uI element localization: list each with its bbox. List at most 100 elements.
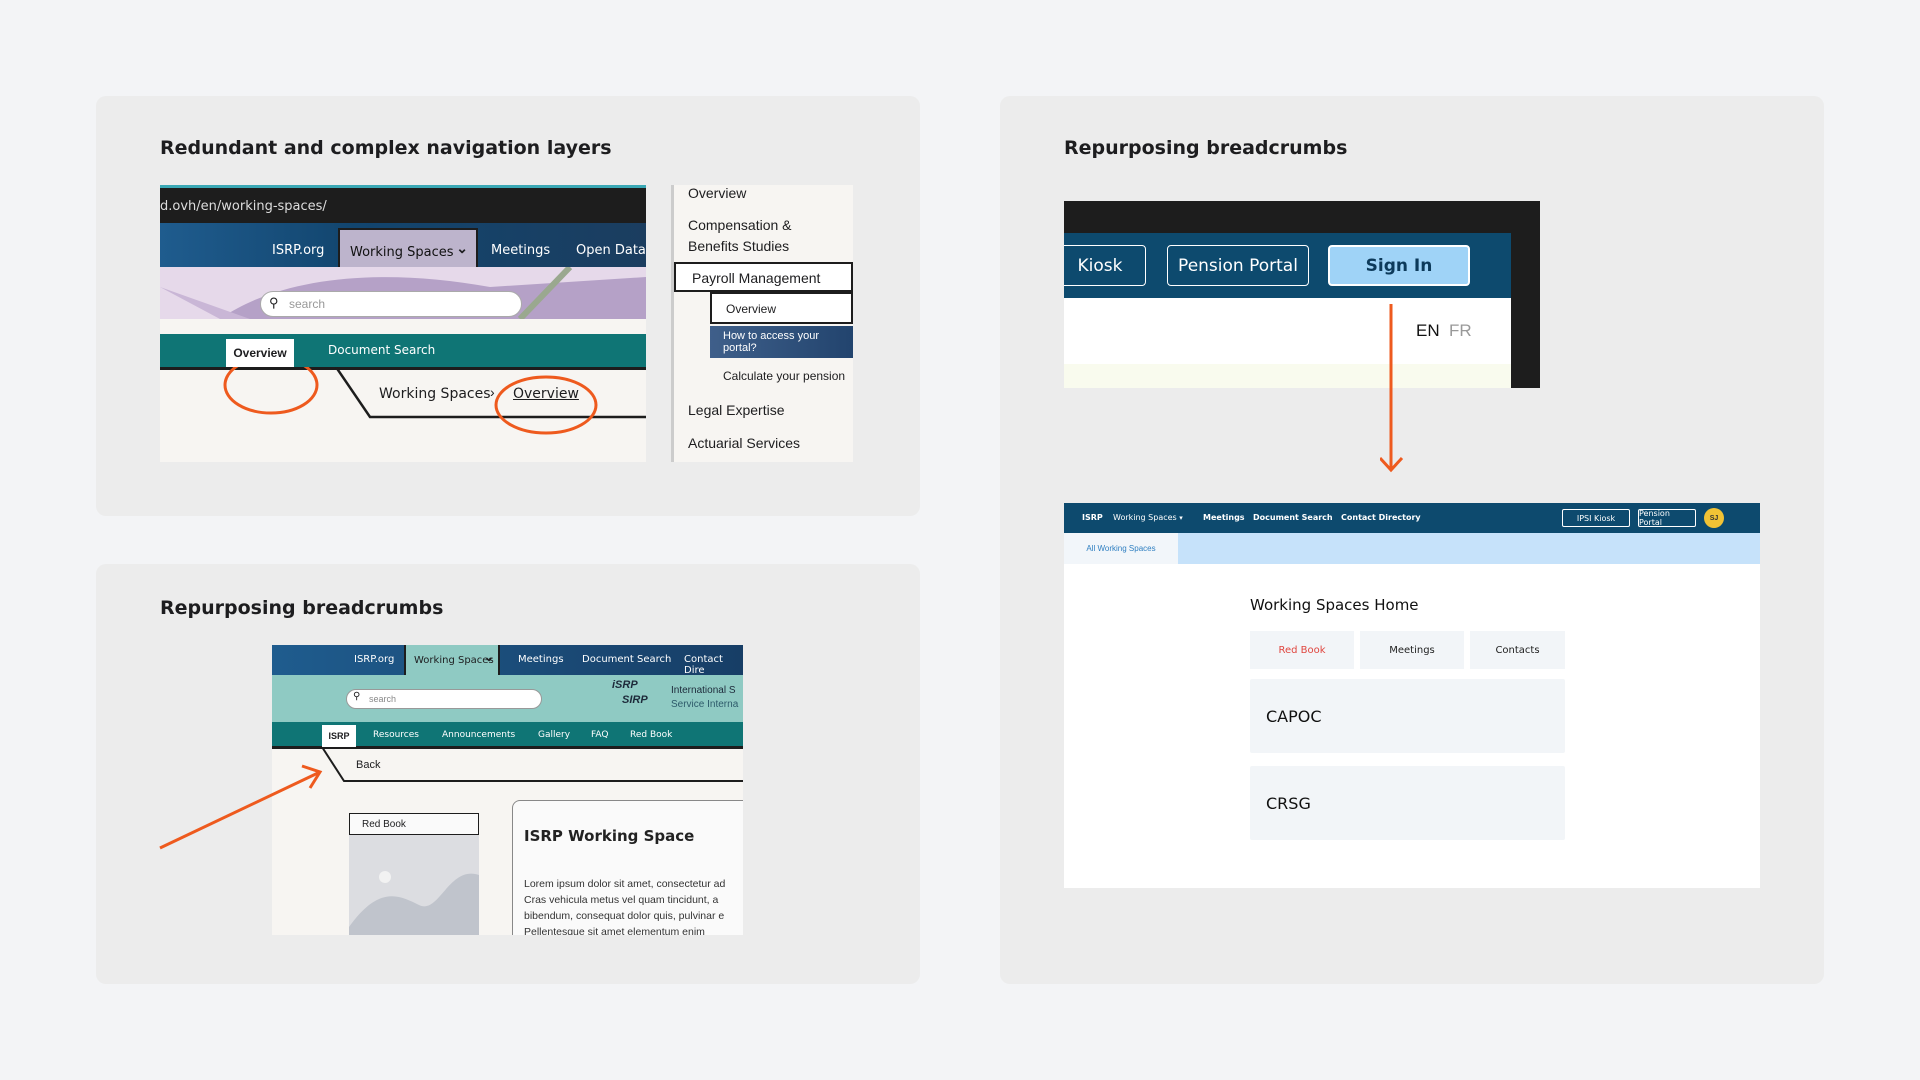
submenu-overview-label: Overview xyxy=(726,302,777,316)
panel-title: Repurposing breadcrumbs xyxy=(1064,137,1348,159)
nav-meetings[interactable]: Meetings xyxy=(518,654,564,665)
search-input[interactable]: ⚲ search xyxy=(260,291,522,317)
red-book-label: Red Book xyxy=(362,819,406,830)
chevron-down-icon: ⌄ xyxy=(483,650,494,664)
search-icon: ⚲ xyxy=(269,295,279,310)
nav-contact-directory[interactable]: Contact Directory xyxy=(1341,513,1421,522)
back-breadcrumb-outline xyxy=(321,747,743,782)
menu-legal-expertise[interactable]: Legal Expertise xyxy=(688,402,785,418)
search-placeholder: search xyxy=(369,694,397,704)
logo-isrp: iSRP xyxy=(612,679,638,691)
tile-crsg-label: CRSG xyxy=(1266,794,1311,813)
tab-red-book-label: Red Book xyxy=(1278,644,1326,656)
panel-title: Repurposing breadcrumbs xyxy=(160,597,444,619)
pension-portal-button[interactable]: Pension Portal xyxy=(1638,509,1696,527)
content-body-line-2: Cras vehicula metus vel quam tincidunt, … xyxy=(524,894,719,906)
subnav-announcements[interactable]: Announcements xyxy=(442,730,515,740)
logo-sirp: SIRP xyxy=(622,694,648,706)
isrp-logo: iSRP SIRP xyxy=(608,679,658,715)
arrow-down xyxy=(1380,304,1404,473)
side-menu-screenshot: Overview Compensation & Benefits Studies… xyxy=(671,185,853,462)
search-icon: ⚲ xyxy=(353,691,361,702)
chevron-right-icon: › xyxy=(490,384,495,400)
breadcrumb-working-spaces[interactable]: Working Spaces xyxy=(379,386,491,402)
org-name-line1: International S xyxy=(671,685,736,696)
tab-meetings-label: Meetings xyxy=(1389,644,1435,656)
tab-red-book[interactable]: Red Book xyxy=(1250,631,1354,669)
back-link[interactable]: Back xyxy=(356,759,380,771)
subnav-isrp-tab[interactable]: ISRP xyxy=(322,725,356,747)
nav-meetings[interactable]: Meetings xyxy=(491,243,550,258)
nav-working-spaces-label: Working Spaces xyxy=(414,655,494,666)
nav-isrp-org[interactable]: ISRP.org xyxy=(354,654,394,665)
nav-document-search[interactable]: Document Search xyxy=(1253,513,1333,522)
menu-payroll-label: Payroll Management xyxy=(692,270,821,286)
breadcrumb-site-screenshot: ISRP.org Working Spaces ⌄ Meetings Docum… xyxy=(272,645,743,935)
page-heading: Working Spaces Home xyxy=(1250,596,1419,614)
pension-portal-button[interactable]: Pension Portal xyxy=(1167,245,1309,286)
menu-actuarial-services[interactable]: Actuarial Services xyxy=(688,435,800,451)
old-site-screenshot: d.ovh/en/working-spaces/ ISRP.org Workin… xyxy=(160,185,646,462)
nav-working-spaces[interactable]: Working Spaces ▾ xyxy=(1113,513,1183,522)
sign-in-button[interactable]: Sign In xyxy=(1328,245,1470,286)
content-body-line-4: Pellentesque sit amet elementum enim xyxy=(524,926,705,935)
image-placeholder-icon xyxy=(349,835,479,935)
submenu-access-label: How to access your portal? xyxy=(723,330,819,354)
submenu-calculate-pension[interactable]: Calculate your pension xyxy=(723,369,845,383)
nav-working-spaces-label: Working Spaces xyxy=(1113,513,1177,522)
nav-open-data[interactable]: Open Data xyxy=(576,243,646,258)
breadcrumb-outline xyxy=(223,367,646,435)
menu-compensation[interactable]: Compensation & Benefits Studies xyxy=(688,215,828,257)
nav-working-spaces-tab[interactable]: Working Spaces ⌄ xyxy=(338,228,478,267)
avatar-initials: SJ xyxy=(1709,514,1719,522)
chevron-down-icon: ▾ xyxy=(1179,514,1183,522)
subnav-red-book[interactable]: Red Book xyxy=(630,730,672,740)
all-working-spaces-tab[interactable]: All Working Spaces xyxy=(1064,533,1178,564)
nav-working-spaces-tab[interactable]: Working Spaces ⌄ xyxy=(404,645,500,677)
kiosk-label: Kiosk xyxy=(1077,255,1123,276)
tile-capoc-label: CAPOC xyxy=(1266,707,1322,726)
ipsi-kiosk-button[interactable]: IPSI Kiosk xyxy=(1562,509,1630,527)
sign-in-label: Sign In xyxy=(1365,255,1433,276)
ipsi-kiosk-label: IPSI Kiosk xyxy=(1576,513,1616,523)
nav-working-spaces-label: Working Spaces xyxy=(350,245,454,260)
nav-meetings[interactable]: Meetings xyxy=(1203,513,1245,522)
submenu-access-portal[interactable]: How to access your portal? xyxy=(710,326,853,358)
lang-fr[interactable]: FR xyxy=(1449,321,1472,341)
redesigned-page-screenshot: ISRP Working Spaces ▾ Meetings Document … xyxy=(1064,503,1760,888)
avatar[interactable]: SJ xyxy=(1704,508,1724,528)
search-input[interactable]: ⚲ search xyxy=(346,689,542,709)
nav-document-search[interactable]: Document Search xyxy=(582,654,671,665)
org-name-line2: Service Interna xyxy=(671,699,739,710)
tab-contacts[interactable]: Contacts xyxy=(1470,631,1565,669)
url-text: d.ovh/en/working-spaces/ xyxy=(160,199,327,214)
red-book-card[interactable]: Red Book xyxy=(349,813,479,935)
subnav-gallery[interactable]: Gallery xyxy=(538,730,570,740)
tile-crsg[interactable]: CRSG xyxy=(1250,766,1565,840)
subnav-faq[interactable]: FAQ xyxy=(591,730,608,740)
subnav-overview-tab[interactable]: Overview xyxy=(226,339,294,367)
nav-contact-directory[interactable]: Contact Dire xyxy=(684,654,743,676)
nav-bar xyxy=(272,645,743,675)
subnav-resources[interactable]: Resources xyxy=(373,730,419,740)
header-snippet-screenshot: Kiosk Pension Portal Sign In EN FR xyxy=(1064,201,1540,388)
subnav-overview-label: Overview xyxy=(233,346,287,360)
submenu-overview[interactable]: Overview xyxy=(710,292,853,324)
content-body-line-1: Lorem ipsum dolor sit amet, consectetur … xyxy=(524,878,726,890)
panel-title: Redundant and complex navigation layers xyxy=(160,137,612,159)
content-body-line-3: bibendum, consequat dolor quis, pulvinar… xyxy=(524,910,725,922)
logo[interactable]: ISRP xyxy=(1082,513,1103,522)
tab-meetings[interactable]: Meetings xyxy=(1360,631,1464,669)
menu-overview[interactable]: Overview xyxy=(688,185,746,201)
menu-payroll-management[interactable]: Payroll Management xyxy=(674,262,853,292)
tab-contacts-label: Contacts xyxy=(1495,644,1540,656)
breadcrumb-overview[interactable]: Overview xyxy=(513,386,579,402)
arrow-pointing-to-back xyxy=(159,764,323,850)
red-book-label-box: Red Book xyxy=(349,813,479,835)
nav-isrp-org[interactable]: ISRP.org xyxy=(272,243,324,258)
kiosk-button[interactable]: Kiosk xyxy=(1064,245,1146,286)
pension-portal-label: Pension Portal xyxy=(1639,509,1670,527)
tile-capoc[interactable]: CAPOC xyxy=(1250,679,1565,753)
subnav-document-search[interactable]: Document Search xyxy=(328,343,435,357)
all-working-spaces-label: All Working Spaces xyxy=(1086,544,1156,553)
